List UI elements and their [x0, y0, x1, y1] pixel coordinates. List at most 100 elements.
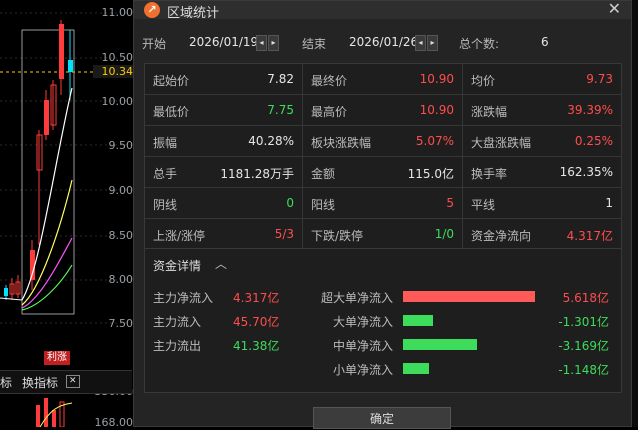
price-axis-label: 8.00: [108, 273, 134, 286]
fund-right-label: 超大单净流入: [320, 291, 393, 305]
close-icon[interactable]: ✕: [66, 375, 80, 388]
price-axis-label: 10.00: [101, 95, 134, 108]
stat-label: 换手率: [471, 167, 508, 181]
end-label: 结束: [302, 37, 327, 51]
fund-right-value: 5.618亿: [562, 291, 609, 305]
stat-cell: 最终价 10.90: [303, 64, 463, 95]
stat-label: 最低价: [153, 105, 190, 119]
fund-flow-bar: [403, 315, 433, 326]
fund-right-label: 大单净流入: [332, 315, 393, 329]
stat-cell: 均价 9.73: [463, 64, 621, 95]
stat-value: 7.75: [267, 103, 294, 117]
start-prev-arrow-icon[interactable]: ◂: [256, 35, 267, 51]
stat-cell: 平线 1: [463, 188, 621, 219]
price-axis-label: 10.50: [101, 51, 134, 64]
stat-value: 39.39%: [567, 103, 613, 117]
stat-cell: 振幅 40.28%: [145, 126, 303, 157]
stat-label: 阳线: [311, 198, 336, 212]
stat-value: 0: [286, 196, 294, 210]
stat-cell: 涨跌幅 39.39%: [463, 95, 621, 126]
dialog-title-bar[interactable]: ↗ 区域统计 ✕: [134, 0, 631, 21]
fund-right-value: -1.148亿: [558, 363, 609, 377]
stat-value: 1: [605, 196, 613, 210]
stats-grid: 起始价 7.82 最终价 10.90 均价 9.73 最低价 7.75 最高价 10.90 涨跌幅 3…: [144, 63, 622, 250]
stat-cell: 换手率 162.35%: [463, 157, 621, 188]
limit-up-badge: 利涨: [44, 351, 70, 365]
stat-value: 1/0: [434, 227, 454, 241]
price-axis-label: 9.50: [108, 139, 134, 152]
fund-right-label: 小单净流入: [332, 363, 393, 377]
end-date[interactable]: 2026/01/26: [349, 35, 418, 49]
stat-value: 5: [446, 196, 454, 210]
stat-value: 162.35%: [559, 165, 613, 179]
indicator-tab[interactable]: 标: [0, 374, 12, 391]
stat-label: 平线: [471, 198, 496, 212]
stat-cell: 起始价 7.82: [145, 64, 303, 95]
stat-label: 总手: [153, 167, 178, 181]
stat-label: 阴线: [153, 198, 178, 212]
stat-label: 板块涨跌幅: [311, 136, 372, 150]
stat-label: 振幅: [153, 136, 178, 150]
start-next-arrow-icon[interactable]: ▸: [268, 35, 279, 51]
stat-value: 5.07%: [415, 134, 454, 148]
stat-cell: 板块涨跌幅 5.07%: [303, 126, 463, 157]
stat-label: 下跌/跌停: [311, 229, 364, 243]
stat-label: 最终价: [311, 74, 348, 88]
volume-axis-label: 168.00: [94, 416, 134, 429]
stat-cell: 阴线 0: [145, 188, 303, 219]
stat-label: 涨跌幅: [471, 105, 508, 119]
fund-right-value: -3.169亿: [558, 339, 609, 353]
stat-value: 1181.28万手: [220, 167, 294, 181]
fund-flow-bar: [403, 339, 477, 350]
confirm-button[interactable]: 确定: [313, 407, 451, 429]
end-next-arrow-icon[interactable]: ▸: [427, 35, 438, 51]
price-axis-label: 7.50: [108, 317, 134, 330]
stat-cell: 金额 115.0亿: [303, 157, 463, 188]
fund-left-value: 41.38亿: [233, 339, 280, 353]
stat-label: 均价: [471, 74, 496, 88]
stat-value: 10.90: [419, 103, 454, 117]
stat-label: 大盘涨跌幅: [471, 136, 532, 150]
fund-left-label: 主力流出: [153, 339, 202, 353]
total-count-value: 6: [541, 35, 549, 49]
current-price-label: 10.34: [93, 65, 133, 78]
stat-value: 7.82: [267, 72, 294, 86]
stat-cell: 最低价 7.75: [145, 95, 303, 126]
fund-right-label: 中单净流入: [332, 339, 393, 353]
stat-label: 资金净流向: [471, 229, 532, 243]
stat-value: 0.25%: [574, 134, 613, 148]
indicator-toolbar: 标 换指标 ✕: [0, 370, 132, 394]
stat-label: 金额: [311, 167, 336, 181]
collapse-chevron-icon[interactable]: ︿: [215, 255, 227, 272]
stat-value: 9.73: [586, 72, 613, 86]
dialog-title: 区域统计: [167, 6, 220, 21]
stat-label: 起始价: [153, 74, 190, 88]
stat-label: 最高价: [311, 105, 348, 119]
stat-cell: 阳线 5: [303, 188, 463, 219]
total-count-label: 总个数:: [459, 37, 500, 51]
stat-cell: 最高价 10.90: [303, 95, 463, 126]
stat-cell: 总手 1181.28万手: [145, 157, 303, 188]
fund-detail-title: 资金详情: [153, 259, 202, 273]
fund-flow-bar: [403, 363, 429, 374]
fund-left-value: 45.70亿: [233, 315, 280, 329]
stat-value: 5/3: [274, 227, 294, 241]
logo-icon: ↗: [144, 2, 160, 18]
stat-value: 115.0亿: [407, 167, 454, 181]
fund-detail-panel: 资金详情 ︿ 主力净流入 4.317亿 主力流入 45.70亿 主力流出 41.38亿 超大…: [144, 249, 622, 393]
start-label: 开始: [142, 37, 167, 51]
stat-cell: 资金净流向 4.317亿: [463, 219, 621, 250]
start-date[interactable]: 2026/01/19: [189, 35, 258, 49]
stat-value: 4.317亿: [566, 229, 613, 243]
stat-cell: 大盘涨跌幅 0.25%: [463, 126, 621, 157]
stat-value: 40.28%: [248, 134, 294, 148]
stat-cell: 上涨/涨停 5/3: [145, 219, 303, 250]
close-icon[interactable]: ✕: [608, 0, 621, 18]
fund-right-value: -1.301亿: [558, 315, 609, 329]
fund-left-label: 主力流入: [153, 315, 202, 329]
end-prev-arrow-icon[interactable]: ◂: [415, 35, 426, 51]
price-axis-label: 11.00: [101, 6, 134, 19]
change-indicator-button[interactable]: 换指标: [22, 374, 58, 391]
fund-left-label: 主力净流入: [153, 291, 214, 305]
region-stats-dialog: ↗ 区域统计 ✕ 开始 2026/01/19 ◂ ▸ 结束 2026/01/26…: [133, 0, 632, 429]
